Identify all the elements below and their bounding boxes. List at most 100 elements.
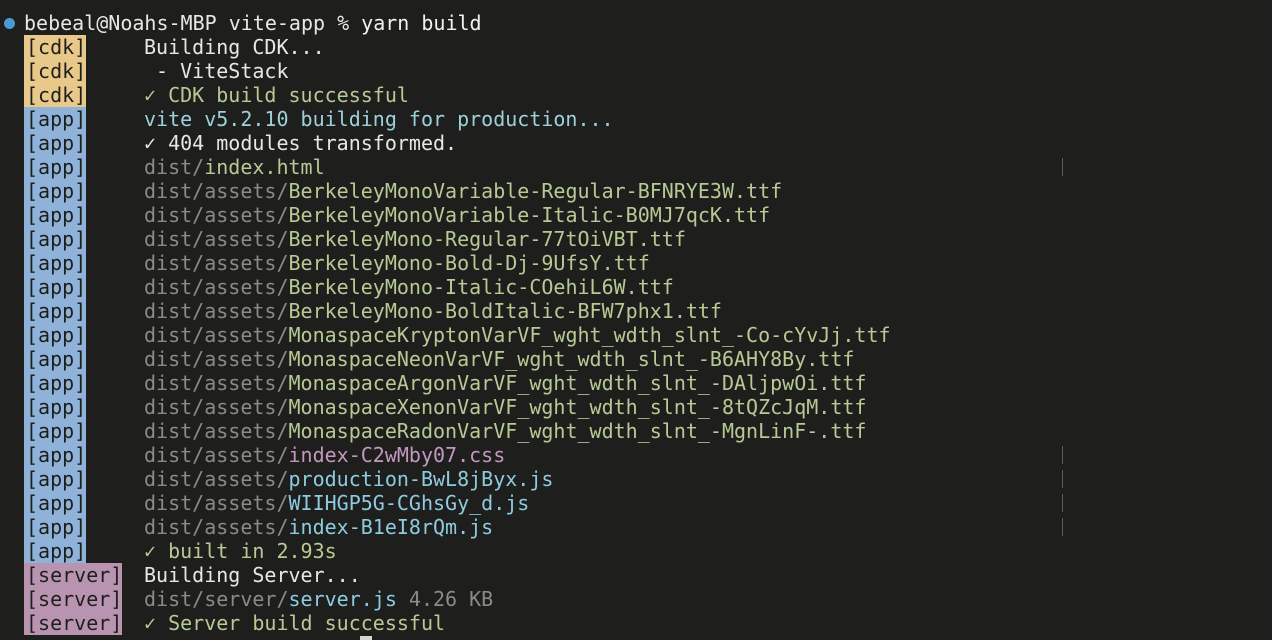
file-path: dist/assets/BerkeleyMono-Italic-COehiL6W… [144, 275, 674, 299]
tag-cdk: [cdk] [24, 59, 87, 83]
tag-app: [app] [24, 443, 87, 467]
tag-app: [app] [24, 467, 87, 491]
file-name: BerkeleyMono-Italic-COehiL6W.ttf [288, 275, 674, 299]
file-path: dist/assets/MonaspaceArgonVarVF_wght_wdt… [144, 371, 866, 395]
log-message: ✓ Server build successful [144, 611, 446, 635]
file-path: dist/assets/production-BwL8jByx.js [144, 467, 553, 491]
file-dir: dist/assets/ [144, 179, 289, 203]
file-name: BerkeleyMonoVariable-Regular-BFNRYE3W.tt… [288, 179, 783, 203]
tag-app: [app] [24, 539, 87, 563]
file-name: BerkeleyMono-Regular-77tOiVBT.ttf [288, 227, 686, 251]
log-message: vite v5.2.10 building for production... [144, 107, 614, 131]
file-name: WIIHGP5G-CGhsGy_d.js [288, 491, 530, 515]
file-dir: dist/server/ [144, 587, 289, 611]
log-message: ✓ built in 2.93s [144, 539, 337, 563]
prompt-line: bebeal@Noahs-MBP vite-app % yarn build [0, 11, 482, 35]
tag-app: [app] [24, 371, 87, 395]
prompt-command: yarn build [361, 11, 482, 35]
column-separator [1062, 518, 1063, 536]
log-line-app: [app] vite v5.2.10 building for producti… [0, 107, 614, 131]
tag-app: [app] [24, 251, 87, 275]
file-path: dist/assets/BerkeleyMonoVariable-Regular… [144, 179, 782, 203]
file-path: dist/assets/MonaspaceKryptonVarVF_wght_w… [144, 323, 891, 347]
file-dir: dist/assets/ [144, 515, 289, 539]
file-path: dist/assets/index-B1eI8rQm.js [144, 515, 493, 539]
log-message: Building CDK... [144, 35, 325, 59]
file-path: dist/assets/BerkeleyMono-BoldItalic-BFW7… [144, 299, 722, 323]
prompt-host: bebeal@Noahs-MBP vite-app % [24, 11, 362, 35]
log-message: - ViteStack [144, 59, 289, 83]
file-dir: dist/assets/ [144, 491, 289, 515]
log-line-server: [server] ✓ Server build successful [0, 611, 445, 635]
file-dir: dist/ [144, 155, 205, 179]
file-name: MonaspaceRadonVarVF_wght_wdth_slnt_-MgnL… [288, 419, 867, 443]
prompt-text: bebeal@Noahs-MBP vite-app % yarn build [24, 11, 482, 35]
tag-cdk: [cdk] [24, 35, 87, 59]
file-size: 4.26 KB [396, 587, 494, 611]
file-name: MonaspaceNeonVarVF_wght_wdth_slnt_-B6AHY… [288, 347, 855, 371]
file-name: MonaspaceKryptonVarVF_wght_wdth_slnt_-Co… [288, 323, 891, 347]
file-name: server.js [288, 587, 397, 611]
prompt-status-dot-icon [4, 18, 15, 29]
file-path: dist/assets/WIIHGP5G-CGhsGy_d.js [144, 491, 529, 515]
tag-app: [app] [24, 515, 87, 539]
file-path: dist/index.html [144, 155, 325, 179]
log-message: ✓ CDK build successful [144, 83, 409, 107]
tag-server: [server] [24, 587, 123, 611]
column-separator [1062, 470, 1063, 488]
file-dir: dist/assets/ [144, 395, 289, 419]
tag-app: [app] [24, 131, 87, 155]
column-separator [1062, 446, 1063, 464]
file-dir: dist/assets/ [144, 323, 289, 347]
tag-app: [app] [24, 275, 87, 299]
log-message: dist/server/server.js 4.26 KB [144, 587, 493, 611]
terminal-window[interactable]: bebeal@Noahs-MBP vite-app % yarn build [… [0, 0, 1272, 640]
file-dir: dist/assets/ [144, 227, 289, 251]
tag-app: [app] [24, 179, 87, 203]
file-name: index-B1eI8rQm.js [288, 515, 494, 539]
log-message: Building Server... [144, 563, 361, 587]
file-name: MonaspaceXenonVarVF_wght_wdth_slnt_-8tQZ… [288, 395, 867, 419]
file-path: dist/assets/BerkeleyMono-Regular-77tOiVB… [144, 227, 686, 251]
file-dir: dist/assets/ [144, 467, 289, 491]
tag-server: [server] [24, 563, 123, 587]
file-dir: dist/assets/ [144, 371, 289, 395]
tag-app: [app] [24, 227, 87, 251]
log-line-server: [server] dist/server/server.js 4.26 KB [0, 587, 493, 611]
log-line-cdk: [cdk] Building CDK... [0, 35, 325, 59]
file-name: MonaspaceArgonVarVF_wght_wdth_slnt_-DAlj… [288, 371, 867, 395]
file-dir: dist/assets/ [144, 203, 289, 227]
file-dir: dist/assets/ [144, 347, 289, 371]
tag-app: [app] [24, 419, 87, 443]
log-line-cdk: [cdk] - ViteStack [0, 59, 289, 83]
tag-app: [app] [24, 323, 87, 347]
file-name: production-BwL8jByx.js [288, 467, 554, 491]
log-line-cdk: [cdk] ✓ CDK build successful [0, 83, 409, 107]
log-line-app: [app] ✓ built in 2.93s [0, 539, 337, 563]
file-dir: dist/assets/ [144, 443, 289, 467]
log-line-app: [app] ✓ 404 modules transformed. [0, 131, 457, 155]
file-name: index-C2wMby07.css [288, 443, 506, 467]
tag-app: [app] [24, 395, 87, 419]
file-dir: dist/assets/ [144, 299, 289, 323]
file-dir: dist/assets/ [144, 275, 289, 299]
file-path: dist/assets/BerkeleyMonoVariable-Italic-… [144, 203, 770, 227]
log-line-server: [server] Building Server... [0, 563, 361, 587]
file-dir: dist/assets/ [144, 419, 289, 443]
tag-app: [app] [24, 155, 87, 179]
tag-cdk: [cdk] [24, 83, 87, 107]
tag-app: [app] [24, 347, 87, 371]
file-name: index.html [204, 155, 325, 179]
column-separator [1062, 494, 1063, 512]
terminal-cursor [360, 636, 372, 640]
tag-app: [app] [24, 299, 87, 323]
file-path: dist/assets/index-C2wMby07.css [144, 443, 505, 467]
tag-app: [app] [24, 491, 87, 515]
file-path: dist/assets/MonaspaceNeonVarVF_wght_wdth… [144, 347, 854, 371]
tag-app: [app] [24, 107, 87, 131]
file-dir: dist/assets/ [144, 251, 289, 275]
tag-app: [app] [24, 203, 87, 227]
tag-server: [server] [24, 611, 123, 635]
log-message: ✓ 404 modules transformed. [144, 131, 458, 155]
file-name: BerkeleyMono-BoldItalic-BFW7phx1.ttf [288, 299, 722, 323]
